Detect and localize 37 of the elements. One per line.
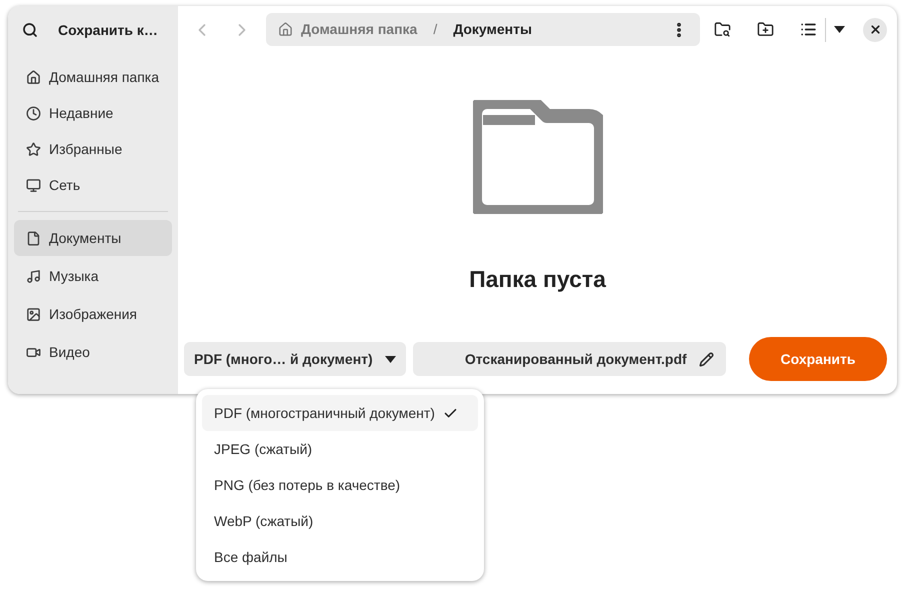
path-separator: /	[433, 20, 438, 39]
document-icon	[26, 230, 41, 246]
music-icon	[26, 268, 41, 284]
sidebar-item[interactable]: Изображения	[14, 296, 172, 332]
menu-item[interactable]: JPEG (сжатый)	[202, 431, 478, 467]
menu-item[interactable]: PNG (без потерь в качестве)	[202, 467, 478, 503]
empty-folder-title: Папка пуста	[469, 265, 606, 294]
dropdown-arrow-icon	[384, 356, 396, 362]
sidebar-item[interactable]: Документы	[14, 220, 172, 256]
sidebar-item[interactable]: Избранные	[14, 131, 172, 167]
sidebar-item[interactable]: Домашняя папка	[14, 59, 172, 95]
close-button[interactable]	[863, 18, 887, 42]
sidebar-item[interactable]: Видео	[14, 334, 172, 370]
path-segment[interactable]: Домашняя папка	[301, 19, 418, 40]
menu-item[interactable]: WebP (сжатый)	[202, 503, 478, 539]
folder-search-icon[interactable]	[714, 21, 731, 38]
home-icon	[278, 22, 293, 37]
star-icon	[26, 142, 41, 156]
path-segment[interactable]: Документы	[453, 19, 532, 40]
folder-icon	[472, 100, 602, 214]
menu-item[interactable]: PDF (многостраничный документ)	[202, 395, 478, 431]
image-icon	[26, 306, 41, 322]
filename-field[interactable]: Отсканированный документ.pdf	[412, 342, 726, 376]
window-title: Сохранить к…	[58, 20, 158, 40]
sidebar-item[interactable]: Сеть	[14, 167, 172, 203]
file-type-dropdown[interactable]: PDF (много… й документ)	[184, 342, 406, 376]
sidebar-item[interactable]: Музыка	[14, 258, 172, 294]
new-folder-icon[interactable]	[757, 21, 774, 38]
close-icon	[868, 23, 882, 36]
home-icon	[26, 70, 41, 84]
list-view-icon[interactable]	[800, 21, 817, 38]
menu-item[interactable]: Все файлы	[202, 539, 478, 575]
dropdown-arrow-icon[interactable]	[834, 26, 845, 33]
sidebar-item[interactable]: Недавние	[14, 95, 172, 131]
search-icon[interactable]	[22, 22, 38, 38]
edit-icon[interactable]	[698, 352, 714, 366]
clock-icon	[26, 106, 41, 120]
